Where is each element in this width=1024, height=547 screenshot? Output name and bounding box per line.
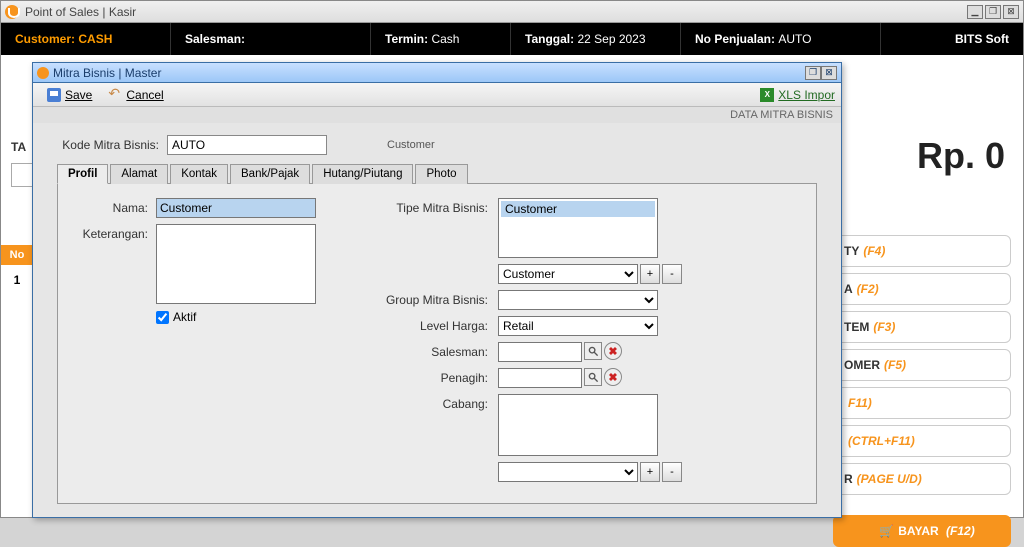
salesman-lookup-button[interactable] bbox=[584, 342, 602, 360]
search-stub[interactable] bbox=[11, 163, 33, 187]
save-icon bbox=[47, 88, 61, 102]
modal-app-icon bbox=[37, 67, 49, 79]
modal-close-button[interactable]: ⊠ bbox=[821, 66, 837, 80]
group-dropdown[interactable] bbox=[498, 290, 658, 310]
penagih-label: Penagih: bbox=[368, 368, 498, 385]
keterangan-label: Keterangan: bbox=[68, 224, 156, 241]
tipe-label: Tipe Mitra Bisnis: bbox=[368, 198, 498, 215]
column-header-no: No bbox=[1, 245, 33, 265]
tipe-listbox[interactable]: Customer bbox=[498, 198, 658, 258]
shortcut-button[interactable]: TEM(F3) bbox=[833, 311, 1011, 343]
keterangan-input[interactable] bbox=[156, 224, 316, 304]
shortcut-button[interactable]: A(F2) bbox=[833, 273, 1011, 305]
shortcut-button[interactable]: F11) bbox=[833, 387, 1011, 419]
shortcut-button[interactable]: (CTRL+F11) bbox=[833, 425, 1011, 457]
excel-icon: X bbox=[760, 88, 774, 102]
tab-strip: Profil Alamat Kontak Bank/Pajak Hutang/P… bbox=[57, 163, 817, 184]
salesman-field-label: Salesman: bbox=[368, 342, 498, 359]
penagih-lookup-button[interactable] bbox=[584, 368, 602, 386]
outer-title: Point of Sales | Kasir bbox=[25, 5, 967, 19]
total-amount: Rp. 0 bbox=[917, 135, 1005, 177]
salesman-clear-button[interactable]: ✖ bbox=[604, 342, 622, 360]
tab-panel-profil: Nama: Keterangan: Aktif Tipe Mitra Bisni… bbox=[57, 184, 817, 504]
tab-alamat[interactable]: Alamat bbox=[110, 164, 168, 184]
tab-bank-pajak[interactable]: Bank/Pajak bbox=[230, 164, 310, 184]
tanggal-value: 22 Sep 2023 bbox=[577, 32, 645, 46]
info-bar: Customer: CASH Salesman: Termin: Cash Ta… bbox=[1, 23, 1023, 55]
bayar-button[interactable]: 🛒 BAYAR (F12) bbox=[833, 515, 1011, 547]
outer-titlebar: Point of Sales | Kasir ▁ ❐ ⊠ bbox=[1, 1, 1023, 23]
nopenj-value: AUTO bbox=[778, 32, 811, 46]
modal-restore-button[interactable]: ❐ bbox=[805, 66, 821, 80]
cabang-listbox[interactable] bbox=[498, 394, 658, 456]
modal-titlebar: Mitra Bisnis | Master ❐ ⊠ bbox=[33, 63, 841, 83]
company-name: BITS Soft bbox=[955, 32, 1009, 46]
level-label: Level Harga: bbox=[368, 316, 498, 333]
tipe-add-button[interactable]: + bbox=[640, 264, 660, 284]
kode-input[interactable] bbox=[167, 135, 327, 155]
row-number-1: 1 bbox=[1, 267, 33, 287]
maximize-button[interactable]: ❐ bbox=[985, 5, 1001, 19]
tanggal-label: Tanggal: bbox=[525, 32, 574, 46]
kode-label: Kode Mitra Bisnis: bbox=[57, 138, 167, 152]
search-icon bbox=[588, 372, 599, 383]
aktif-checkbox[interactable] bbox=[156, 311, 169, 324]
modal-title: Mitra Bisnis | Master bbox=[53, 66, 805, 80]
penagih-clear-button[interactable]: ✖ bbox=[604, 368, 622, 386]
tab-profil[interactable]: Profil bbox=[57, 164, 108, 184]
shortcut-button[interactable]: OMER(F5) bbox=[833, 349, 1011, 381]
shortcut-button[interactable]: R(PAGE U/D) bbox=[833, 463, 1011, 495]
search-icon bbox=[588, 346, 599, 357]
xls-import-button[interactable]: X XLS Impor bbox=[760, 88, 835, 102]
app-icon bbox=[5, 5, 19, 19]
shortcut-button[interactable]: TY(F4) bbox=[833, 235, 1011, 267]
tipe-hint: Customer bbox=[387, 139, 435, 151]
cancel-icon bbox=[108, 88, 122, 102]
penagih-input[interactable] bbox=[498, 368, 582, 388]
customer-label: Customer: bbox=[15, 32, 75, 46]
nopenj-label: No Penjualan: bbox=[695, 32, 775, 46]
cabang-dropdown[interactable] bbox=[498, 462, 638, 482]
tipe-dropdown[interactable]: Customer bbox=[498, 264, 638, 284]
ta-label: TA bbox=[11, 140, 26, 154]
save-button[interactable]: Save bbox=[39, 86, 100, 104]
cabang-remove-button[interactable]: - bbox=[662, 462, 682, 482]
close-button[interactable]: ⊠ bbox=[1003, 5, 1019, 19]
tipe-selected-item[interactable]: Customer bbox=[501, 201, 655, 217]
minimize-button[interactable]: ▁ bbox=[967, 5, 983, 19]
customer-value: CASH bbox=[78, 32, 112, 46]
salesman-label: Salesman: bbox=[185, 32, 245, 46]
termin-value: Cash bbox=[431, 32, 459, 46]
termin-label: Termin: bbox=[385, 32, 428, 46]
tipe-remove-button[interactable]: - bbox=[662, 264, 682, 284]
salesman-input[interactable] bbox=[498, 342, 582, 362]
cancel-button[interactable]: Cancel bbox=[100, 86, 171, 104]
level-dropdown[interactable]: Retail bbox=[498, 316, 658, 336]
tab-hutang-piutang[interactable]: Hutang/Piutang bbox=[312, 164, 413, 184]
group-label: Group Mitra Bisnis: bbox=[368, 290, 498, 307]
cabang-add-button[interactable]: + bbox=[640, 462, 660, 482]
data-strip: DATA MITRA BISNIS bbox=[33, 107, 841, 123]
tab-photo[interactable]: Photo bbox=[415, 164, 467, 184]
nama-label: Nama: bbox=[68, 198, 156, 215]
nama-input[interactable] bbox=[156, 198, 316, 218]
mitra-bisnis-modal: Mitra Bisnis | Master ❐ ⊠ Save Cancel X … bbox=[32, 62, 842, 518]
cabang-label: Cabang: bbox=[368, 394, 498, 411]
tab-kontak[interactable]: Kontak bbox=[170, 164, 228, 184]
aktif-label: Aktif bbox=[173, 310, 196, 324]
